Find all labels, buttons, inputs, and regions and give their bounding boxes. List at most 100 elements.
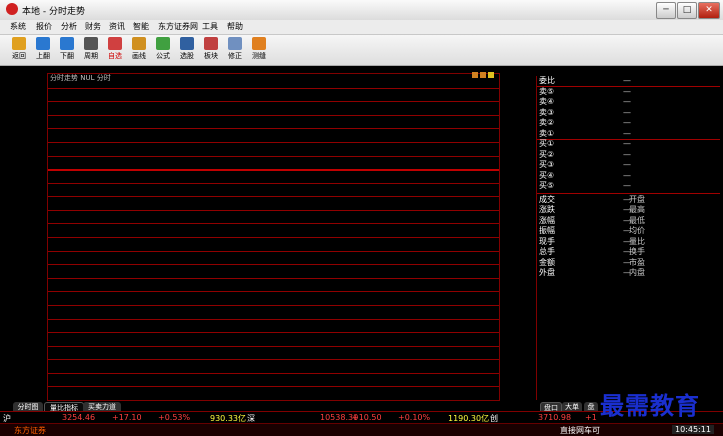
order-book-value: — xyxy=(623,181,631,190)
menu-tools[interactable]: 工具 xyxy=(202,21,218,32)
menu-news[interactable]: 资讯 xyxy=(109,21,125,32)
toolbar-button-2[interactable]: 下翻 xyxy=(56,37,78,61)
sz-percent: +0.10% xyxy=(398,413,431,422)
connection-link[interactable]: 直接网车可 xyxy=(560,425,600,436)
menu-system[interactable]: 系统 xyxy=(10,21,26,32)
stat-label-right: 最高 xyxy=(629,205,645,214)
menu-help[interactable]: 帮助 xyxy=(227,21,243,32)
stat-label-left: 涨幅 xyxy=(539,215,555,225)
cy-change: +1 xyxy=(585,413,597,422)
toolbar-button-7[interactable]: 选股 xyxy=(176,37,198,61)
toolbar-label: 自选 xyxy=(108,52,122,60)
sz-change: +10.50 xyxy=(352,413,382,422)
stat-label-left: 涨跌 xyxy=(539,205,555,214)
chart-gridline xyxy=(48,305,499,306)
intraday-chart[interactable]: 分时走势 NUL 分时 xyxy=(47,72,500,401)
order-book-label: 买④ xyxy=(539,170,555,180)
toolbar-button-0[interactable]: 返回 xyxy=(8,37,30,61)
order-book-label: 卖⑤ xyxy=(539,86,555,96)
toolbar-button-6[interactable]: 公式 xyxy=(152,37,174,61)
chart-gridline xyxy=(48,291,499,292)
eraser-icon xyxy=(228,37,242,50)
stat-label-right: 内盘 xyxy=(629,268,645,277)
order-book-label: 卖④ xyxy=(539,97,555,106)
chart-menu-icon[interactable] xyxy=(488,72,494,78)
chart-gridline xyxy=(48,319,499,320)
order-book-value: — xyxy=(623,160,631,169)
order-book-label: 买⑤ xyxy=(539,181,555,190)
main-area: 分时走势 NUL 分时 委比 — 卖⑤ — 卖④ — 卖③ — 卖② — 卖① — 买① — 买② — 买③ — 买… xyxy=(0,66,723,401)
stat-label-left: 金额 xyxy=(539,257,555,267)
clock: 10:45:11 xyxy=(672,425,714,434)
order-book-value: — xyxy=(623,86,631,96)
toolbar-button-4[interactable]: 自选 xyxy=(104,37,126,61)
formula-icon xyxy=(156,37,170,50)
chart-gridline xyxy=(48,346,499,347)
order-book-value: — xyxy=(623,139,631,148)
order-book-label: 委比 xyxy=(539,76,555,85)
menu-analysis[interactable]: 分析 xyxy=(61,21,77,32)
stat-label-left: 成交 xyxy=(539,194,555,204)
toolbar-button-9[interactable]: 修正 xyxy=(224,37,246,61)
chart-gridline xyxy=(48,373,499,374)
menu-dfzq-web[interactable]: 东方证券网 xyxy=(158,21,198,32)
order-book-value: — xyxy=(623,170,631,180)
menu-finance[interactable]: 财务 xyxy=(85,21,101,32)
toolbar-label: 修正 xyxy=(228,52,242,60)
chart-baseline xyxy=(48,169,499,171)
quote-panel: 委比 — 卖⑤ — 卖④ — 卖③ — 卖② — 卖① — 买① — 买② — 买③ — 买④ — 买⑤ — 成交 — 开盘 涨跌… xyxy=(536,76,720,400)
close-button[interactable]: ✕ xyxy=(698,2,720,19)
app-logo-icon xyxy=(6,3,18,15)
broker-brand: 东方证券 xyxy=(14,426,46,435)
menu-quotes[interactable]: 报价 xyxy=(36,21,52,32)
toolbar-label: 返回 xyxy=(12,52,26,60)
stat-label-right: 量比 xyxy=(629,236,645,246)
chart-gridline xyxy=(48,101,499,102)
chart-gridline xyxy=(48,251,499,252)
title-bar: 本地 - 分时走势 ─ □ ✕ xyxy=(0,0,723,21)
toolbar-label: 上翻 xyxy=(36,52,50,60)
toolbar-button-3[interactable]: 周期 xyxy=(80,37,102,61)
chart-gridline xyxy=(48,210,499,211)
chart-gridline xyxy=(48,183,499,184)
chart-gridline xyxy=(48,237,499,238)
sh-percent: +0.53% xyxy=(158,413,191,422)
order-book-label: 卖② xyxy=(539,118,555,127)
stat-label-right: 开盘 xyxy=(629,194,645,204)
toolbar-label: 板块 xyxy=(204,52,218,60)
toolbar-button-8[interactable]: 板块 xyxy=(200,37,222,61)
chart-prev-icon[interactable] xyxy=(472,72,478,78)
chart-header: 分时走势 NUL 分时 xyxy=(50,74,111,82)
order-book-label: 买① xyxy=(539,139,555,148)
stat-label-right: 均价 xyxy=(629,226,645,235)
menu-bar: 系统 报价 分析 财务 资讯 智能 东方证券网 工具 帮助 xyxy=(0,20,723,35)
sh-change: +17.10 xyxy=(112,413,142,422)
toolbar-label: 周期 xyxy=(84,52,98,60)
order-book-label: 买② xyxy=(539,149,555,159)
menu-smart[interactable]: 智能 xyxy=(133,21,149,32)
chart-next-icon[interactable] xyxy=(480,72,486,78)
f8-key-icon xyxy=(84,37,98,50)
toolbar-button-1[interactable]: 上翻 xyxy=(32,37,54,61)
order-book-value: — xyxy=(623,107,631,117)
window-title: 本地 - 分时走势 xyxy=(22,7,85,17)
bottom-bar: 东方证券 直接网车可 10:45:11 xyxy=(0,423,723,436)
order-book-value: — xyxy=(623,97,631,106)
sh-index: 3254.46 xyxy=(62,413,96,422)
chart-gridline xyxy=(48,264,499,265)
toolbar-button-5[interactable]: 画线 xyxy=(128,37,150,61)
order-book-value: — xyxy=(623,128,631,138)
maximize-button[interactable]: □ xyxy=(677,2,697,19)
screen-icon xyxy=(180,37,194,50)
down-arrow-icon xyxy=(60,37,74,50)
stat-label-left: 现手 xyxy=(539,236,555,246)
stat-label-right: 最低 xyxy=(629,215,645,225)
toolbar-button-10[interactable]: 测缝 xyxy=(248,37,270,61)
panel-separator xyxy=(537,192,720,194)
chart-gridline xyxy=(48,278,499,279)
cy-index: 3710.98 xyxy=(538,413,572,422)
toolbar-label: 测缝 xyxy=(252,52,266,60)
order-book-label: 卖① xyxy=(539,128,555,138)
minimize-button[interactable]: ─ xyxy=(656,2,676,19)
chart-gridline xyxy=(48,332,499,333)
